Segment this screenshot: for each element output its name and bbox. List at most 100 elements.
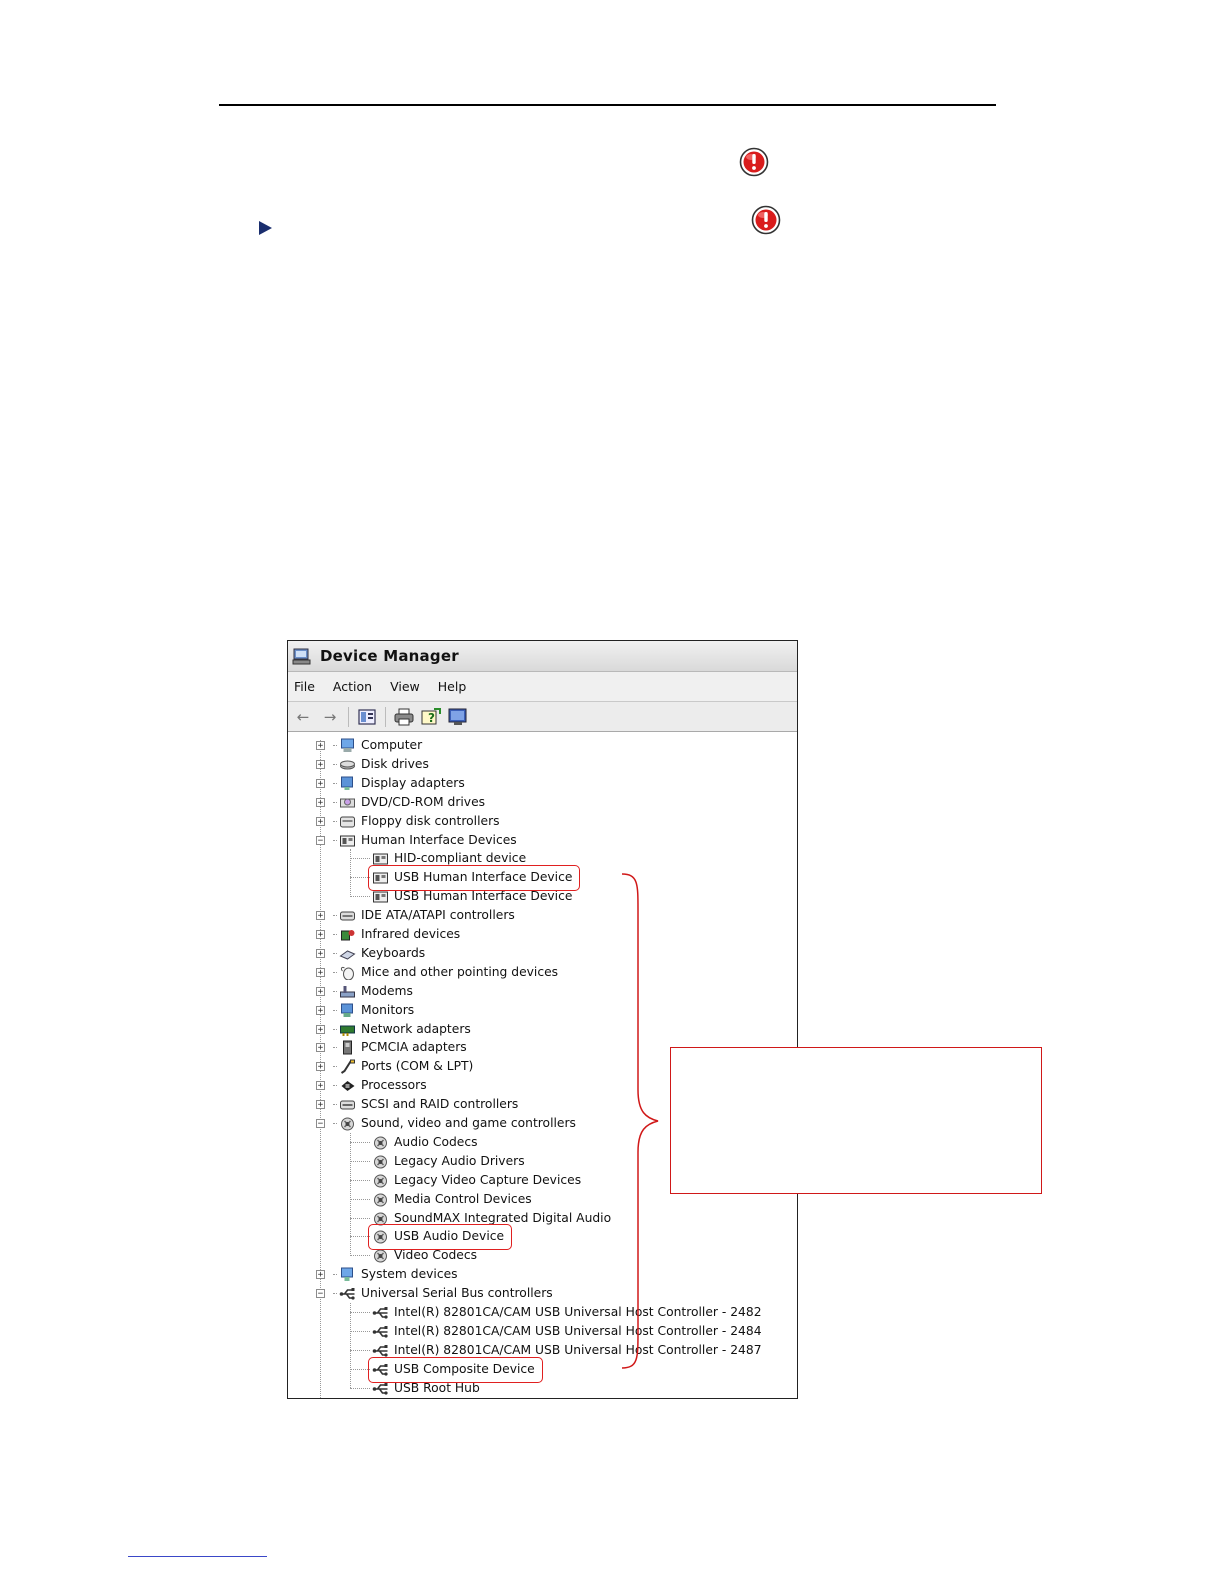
- tree-category[interactable]: − Sound, video and game controllers: [316, 1114, 576, 1133]
- tree-branch-line: [333, 971, 337, 973]
- expand-toggle-icon[interactable]: +: [316, 930, 325, 940]
- tree-category[interactable]: + Monitors: [316, 1001, 414, 1020]
- tree-branch-line: [333, 915, 337, 917]
- expand-toggle-icon[interactable]: +: [316, 1270, 325, 1280]
- processor-icon: [341, 1081, 355, 1092]
- device-manager-window: Device Manager File Action View Help ← →…: [287, 640, 798, 1399]
- expand-toggle-icon[interactable]: +: [316, 948, 325, 958]
- tree-branch-line: [333, 839, 337, 841]
- hid-icon: [340, 835, 355, 846]
- tree-category[interactable]: − Universal Serial Bus controllers: [316, 1284, 553, 1303]
- expand-toggle-icon[interactable]: +: [316, 911, 325, 921]
- expand-toggle-icon[interactable]: +: [316, 816, 325, 826]
- hid-icon: [373, 891, 388, 903]
- tree-item-label: Universal Serial Bus controllers: [361, 1286, 553, 1301]
- tree-item-label: Sound, video and game controllers: [361, 1116, 576, 1130]
- tree-branch-line: [333, 745, 337, 746]
- tree-category[interactable]: + IDE ATA/ATAPI controllers: [316, 906, 515, 925]
- forward-arrow-icon[interactable]: →: [319, 707, 341, 727]
- tree-category[interactable]: + Modems: [316, 982, 413, 1001]
- collapse-toggle-icon[interactable]: −: [316, 835, 325, 845]
- tree-item-label: Processors: [361, 1078, 427, 1093]
- toolbar-separator: [385, 706, 386, 727]
- port-icon: [340, 1059, 355, 1075]
- tree-category[interactable]: + Floppy disk controllers: [316, 812, 500, 831]
- cdrom-icon: [340, 798, 355, 808]
- warning-icon: [751, 205, 781, 235]
- tree-item-label: DVD/CD-ROM drives: [361, 794, 486, 809]
- tree-branch-line: [333, 782, 337, 784]
- expand-toggle-icon[interactable]: +: [316, 1062, 325, 1072]
- tree-device[interactable]: Legacy Audio Drivers: [350, 1152, 525, 1171]
- warning-icon: [739, 147, 769, 177]
- tree-category[interactable]: + Computer: [316, 736, 422, 755]
- expand-toggle-icon[interactable]: +: [316, 797, 325, 807]
- tree-device[interactable]: Legacy Video Capture Devices: [350, 1171, 581, 1190]
- print-icon[interactable]: [393, 707, 415, 727]
- system-icon: [341, 1267, 353, 1282]
- usb-icon: [372, 1382, 388, 1395]
- tree-branch-line: [350, 1179, 370, 1181]
- collapse-toggle-icon[interactable]: −: [316, 1289, 325, 1299]
- expand-toggle-icon[interactable]: +: [316, 1081, 325, 1091]
- expand-toggle-icon[interactable]: +: [316, 759, 325, 769]
- tree-category[interactable]: + Processors: [316, 1076, 427, 1095]
- toolbar: ← → ?: [288, 702, 797, 732]
- expand-toggle-icon[interactable]: +: [316, 967, 325, 977]
- title-bar: Device Manager: [288, 641, 797, 672]
- tree-category[interactable]: + Network adapters: [316, 1020, 471, 1039]
- tree-item-label: Computer: [361, 738, 423, 752]
- menu-view[interactable]: View: [390, 679, 420, 694]
- menu-help[interactable]: Help: [438, 679, 467, 694]
- expand-toggle-icon[interactable]: +: [316, 1005, 325, 1015]
- tree-branch-line: [333, 990, 337, 992]
- tree-device[interactable]: Audio Codecs: [350, 1133, 478, 1152]
- expand-toggle-icon[interactable]: +: [316, 1043, 325, 1053]
- tree-item-label: Audio Codecs: [394, 1134, 478, 1149]
- collapse-toggle-icon[interactable]: −: [316, 1119, 325, 1129]
- help-icon[interactable]: ?: [420, 707, 442, 727]
- ide-icon: [340, 911, 355, 921]
- tree-branch-line: [350, 1330, 370, 1332]
- tree-item-label: Keyboards: [361, 945, 426, 960]
- sound-icon: [374, 1193, 387, 1207]
- expand-toggle-icon[interactable]: +: [316, 1100, 325, 1110]
- sound-icon: [341, 1117, 354, 1131]
- tree-device[interactable]: Intel(R) 82801CA/CAM USB Universal Host …: [350, 1322, 762, 1341]
- properties-icon[interactable]: [356, 707, 378, 727]
- usb-icon: [372, 1307, 388, 1319]
- menu-action[interactable]: Action: [333, 679, 372, 694]
- tree-category[interactable]: + Display adapters: [316, 774, 465, 793]
- expand-toggle-icon[interactable]: +: [316, 986, 325, 996]
- tree-device[interactable]: Media Control Devices: [350, 1190, 532, 1209]
- tree-category[interactable]: + Mice and other pointing devices: [316, 963, 558, 982]
- tree-category[interactable]: + Keyboards: [316, 944, 425, 963]
- expand-toggle-icon[interactable]: +: [316, 1024, 325, 1034]
- tree-category[interactable]: + DVD/CD-ROM drives: [316, 793, 485, 812]
- tree-branch-line: [350, 877, 370, 879]
- back-arrow-icon[interactable]: ←: [292, 707, 314, 727]
- tree-category[interactable]: + System devices: [316, 1265, 458, 1284]
- tree-branch-line: [333, 1085, 337, 1087]
- floppy-icon: [340, 816, 355, 828]
- monitor-icon[interactable]: [447, 707, 469, 727]
- tree-category[interactable]: − Human Interface Devices: [316, 831, 517, 850]
- tree-branch-line: [333, 1066, 337, 1068]
- tree-category[interactable]: + Disk drives: [316, 755, 429, 774]
- infrared-icon: [341, 930, 355, 941]
- tree-item-label: Intel(R) 82801CA/CAM USB Universal Host …: [394, 1305, 762, 1319]
- tree-category[interactable]: + Infrared devices: [316, 925, 460, 944]
- toolbar-separator: [348, 706, 349, 727]
- tree-branch-line: [333, 1123, 337, 1124]
- sound-icon: [374, 1136, 387, 1150]
- tree-category[interactable]: + SCSI and RAID controllers: [316, 1095, 518, 1114]
- tree-device[interactable]: Intel(R) 82801CA/CAM USB Universal Host …: [350, 1303, 762, 1322]
- menu-file[interactable]: File: [294, 679, 315, 694]
- device-manager-icon: [292, 648, 311, 665]
- expand-toggle-icon[interactable]: +: [316, 778, 325, 788]
- tree-branch-line: [350, 1368, 370, 1370]
- tree-category[interactable]: + Ports (COM & LPT): [316, 1057, 473, 1076]
- tree-category[interactable]: + PCMCIA adapters: [316, 1038, 467, 1057]
- expand-toggle-icon[interactable]: +: [316, 741, 325, 751]
- tree-branch-line: [333, 1028, 337, 1030]
